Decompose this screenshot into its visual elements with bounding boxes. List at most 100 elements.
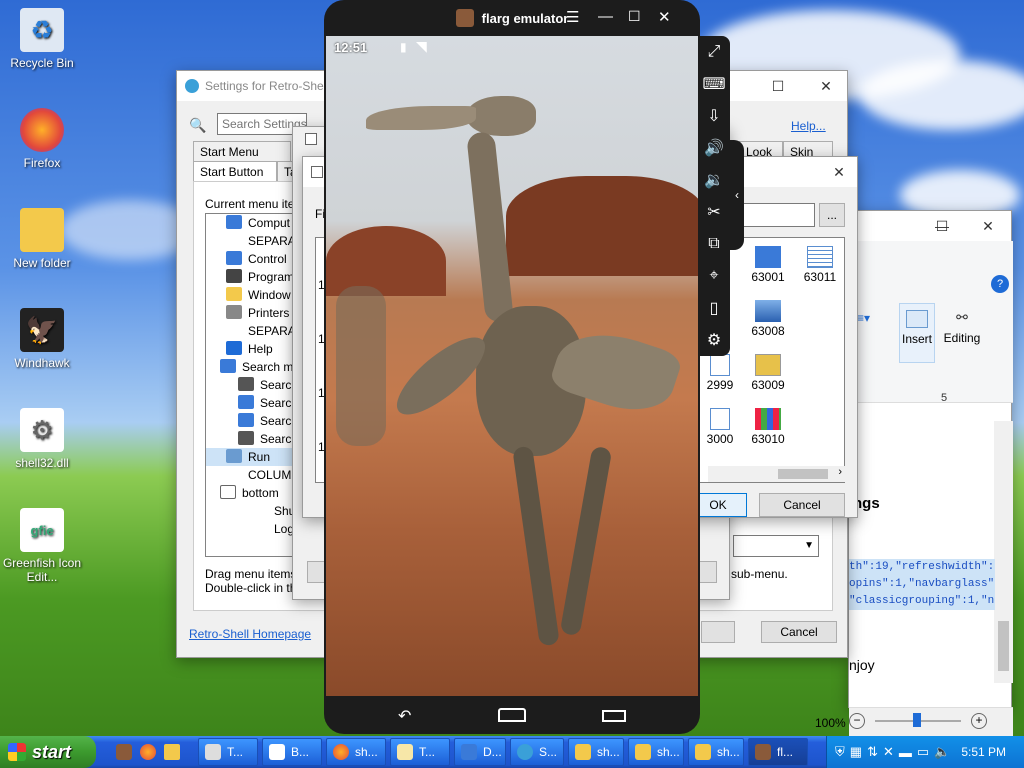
multi-instance-icon[interactable]: ⧉ bbox=[698, 228, 730, 260]
menu-icon[interactable]: ☰ bbox=[566, 8, 579, 26]
icon-item[interactable]: 3000 bbox=[700, 408, 740, 446]
icon-item[interactable]: 63009 bbox=[748, 354, 788, 392]
taskbar-item-shell-3[interactable]: sh... bbox=[688, 738, 744, 766]
wordpad-window: — ☐ ✕ ? ≡▾ Insert ⚯ Editing 5 ngs th":19… bbox=[815, 210, 1013, 737]
firefox-icon bbox=[333, 744, 349, 760]
system-tray: ⛨ ▦ ⇅ ✕ ▬ ▭ 🔈 5:51 PM bbox=[826, 736, 1024, 768]
recents-icon[interactable] bbox=[602, 710, 626, 722]
taskbar-item-shell-1[interactable]: sh... bbox=[568, 738, 624, 766]
dropdown[interactable]: ▼ bbox=[733, 535, 819, 557]
taskbar-item-retro-shell[interactable]: S... bbox=[510, 738, 564, 766]
taskbar-item-shell-2[interactable]: sh... bbox=[628, 738, 684, 766]
tools-icon[interactable]: ✕ bbox=[883, 744, 894, 760]
maximize-icon[interactable]: ☐ bbox=[755, 71, 801, 101]
taskbar-item-emulator[interactable]: fl... bbox=[748, 738, 808, 766]
emulator-side-toolbar: ⤢ ⌨ ⇩ 🔊 🔉 ✂ ⧉ ⌖ ▯ ⚙ bbox=[698, 36, 730, 356]
keyboard-icon[interactable]: ⌨ bbox=[698, 68, 730, 100]
sub-menu-text: sub-menu. bbox=[731, 567, 788, 581]
network-icon[interactable]: ⇅ bbox=[867, 744, 878, 760]
shake-icon[interactable]: ▯ bbox=[698, 292, 730, 324]
greenfish-icon: gfie bbox=[20, 508, 64, 552]
home-icon[interactable] bbox=[498, 708, 526, 722]
close-icon[interactable]: ✕ bbox=[658, 8, 671, 26]
location-icon[interactable]: ⌖ bbox=[698, 260, 730, 292]
screenshot-icon[interactable]: ✂ bbox=[698, 196, 730, 228]
quicklaunch-firefox-icon[interactable] bbox=[140, 744, 156, 760]
taskbar-item-downloads[interactable]: D... bbox=[454, 738, 506, 766]
firefox-icon bbox=[20, 108, 64, 152]
display-icon[interactable]: ▭ bbox=[917, 744, 929, 760]
minimize-icon[interactable]: — bbox=[598, 8, 613, 25]
desktop-icon-new-folder[interactable]: New folder bbox=[0, 208, 84, 270]
close-icon[interactable]: ✕ bbox=[803, 71, 849, 101]
desktop-icon-firefox[interactable]: Firefox bbox=[0, 108, 84, 170]
hint-drag: Drag menu items bbox=[205, 567, 297, 581]
cancel-button[interactable]: Cancel bbox=[761, 621, 837, 643]
doc-text: njoy bbox=[849, 657, 875, 673]
help-icon[interactable]: ? bbox=[991, 275, 1009, 293]
desktop-icon-windhawk[interactable]: 🦅 Windhawk bbox=[0, 308, 84, 370]
zoom-out-icon[interactable]: − bbox=[849, 713, 865, 729]
current-menu-label: Current menu ite bbox=[205, 197, 295, 211]
tab-start-button[interactable]: Start Button bbox=[193, 161, 277, 183]
hint-double-click: Double-click in th bbox=[205, 581, 297, 595]
desktop-icon-recycle-bin[interactable]: ♻ Recycle Bin bbox=[0, 8, 84, 70]
android-screen[interactable]: 12:51 ▮ ◥ bbox=[326, 36, 698, 696]
quicklaunch-explorer-icon[interactable] bbox=[164, 744, 180, 760]
picture-icon bbox=[755, 246, 781, 268]
editing-button[interactable]: ⚯ Editing bbox=[941, 303, 983, 363]
ok-button-partial[interactable] bbox=[701, 621, 735, 643]
windhawk-icon: 🦅 bbox=[20, 308, 64, 352]
tree-item-icon bbox=[226, 233, 242, 247]
clock[interactable]: 5:51 PM bbox=[961, 745, 1006, 759]
icon-item[interactable]: 63011 bbox=[800, 246, 840, 284]
windows-security-icon[interactable]: ▦ bbox=[850, 744, 862, 760]
volume-icon[interactable]: 🔈 bbox=[934, 744, 950, 760]
start-button[interactable]: start bbox=[0, 736, 96, 768]
icon-item[interactable]: 63010 bbox=[748, 408, 788, 446]
cancel-button[interactable]: Cancel bbox=[759, 493, 845, 517]
volume-down-icon[interactable]: 🔉 bbox=[698, 164, 730, 196]
tiles-icon bbox=[755, 354, 781, 376]
horizontal-scrollbar[interactable]: › bbox=[708, 466, 846, 482]
folder-icon bbox=[575, 744, 591, 760]
insert-button[interactable]: Insert bbox=[899, 303, 935, 363]
quicklaunch-emulator-icon[interactable] bbox=[116, 744, 132, 760]
taskbar-item-settings[interactable]: T... bbox=[198, 738, 258, 766]
list-icon bbox=[710, 354, 730, 376]
usb-icon[interactable]: ▬ bbox=[899, 745, 912, 760]
dll-gear-icon: ⚙ bbox=[20, 408, 64, 452]
collapse-toolbar-icon[interactable]: ‹ bbox=[730, 140, 744, 250]
notepad-icon bbox=[397, 744, 413, 760]
tree-item-icon bbox=[252, 521, 268, 535]
close-icon[interactable]: ✕ bbox=[819, 157, 859, 187]
desktop-icon-greenfish[interactable]: gfie Greenfish Icon Edit... bbox=[0, 508, 84, 584]
homepage-link[interactable]: Retro-Shell Homepage bbox=[189, 627, 311, 641]
ruler: 5 bbox=[941, 392, 948, 404]
back-icon[interactable]: ↶ bbox=[398, 706, 411, 726]
settings-gear-icon[interactable]: ⚙ bbox=[698, 324, 730, 356]
tree-item-icon bbox=[226, 287, 242, 301]
tree-item-icon bbox=[238, 431, 254, 445]
maximize-icon[interactable]: ☐ bbox=[628, 8, 641, 25]
taskbar-item-b[interactable]: B... bbox=[262, 738, 322, 766]
help-link[interactable]: Help... bbox=[791, 119, 826, 133]
maximize-icon[interactable]: ☐ bbox=[921, 211, 963, 241]
volume-up-icon[interactable]: 🔊 bbox=[698, 132, 730, 164]
icon-item[interactable]: 2999 bbox=[700, 354, 740, 392]
search-icon: 🔍 bbox=[189, 117, 207, 133]
icon-item[interactable]: 63008 bbox=[748, 300, 788, 338]
android-clock: 12:51 bbox=[334, 40, 368, 55]
fullscreen-icon[interactable]: ⤢ bbox=[698, 36, 730, 68]
icon-item[interactable]: 63001 bbox=[748, 246, 788, 284]
desktop-icon-shell32[interactable]: ⚙ shell32.dll bbox=[0, 408, 84, 470]
vertical-scrollbar[interactable] bbox=[994, 421, 1013, 683]
zoom-in-icon[interactable]: + bbox=[971, 713, 987, 729]
install-apk-icon[interactable]: ⇩ bbox=[698, 100, 730, 132]
align-icon[interactable]: ≡▾ bbox=[857, 311, 870, 325]
shield-icon[interactable]: ⛨ bbox=[835, 744, 845, 760]
taskbar-item-notepad[interactable]: T... bbox=[390, 738, 450, 766]
taskbar-item-firefox[interactable]: sh... bbox=[326, 738, 386, 766]
browse-button[interactable]: ... bbox=[819, 203, 845, 227]
close-icon[interactable]: ✕ bbox=[965, 211, 1011, 241]
